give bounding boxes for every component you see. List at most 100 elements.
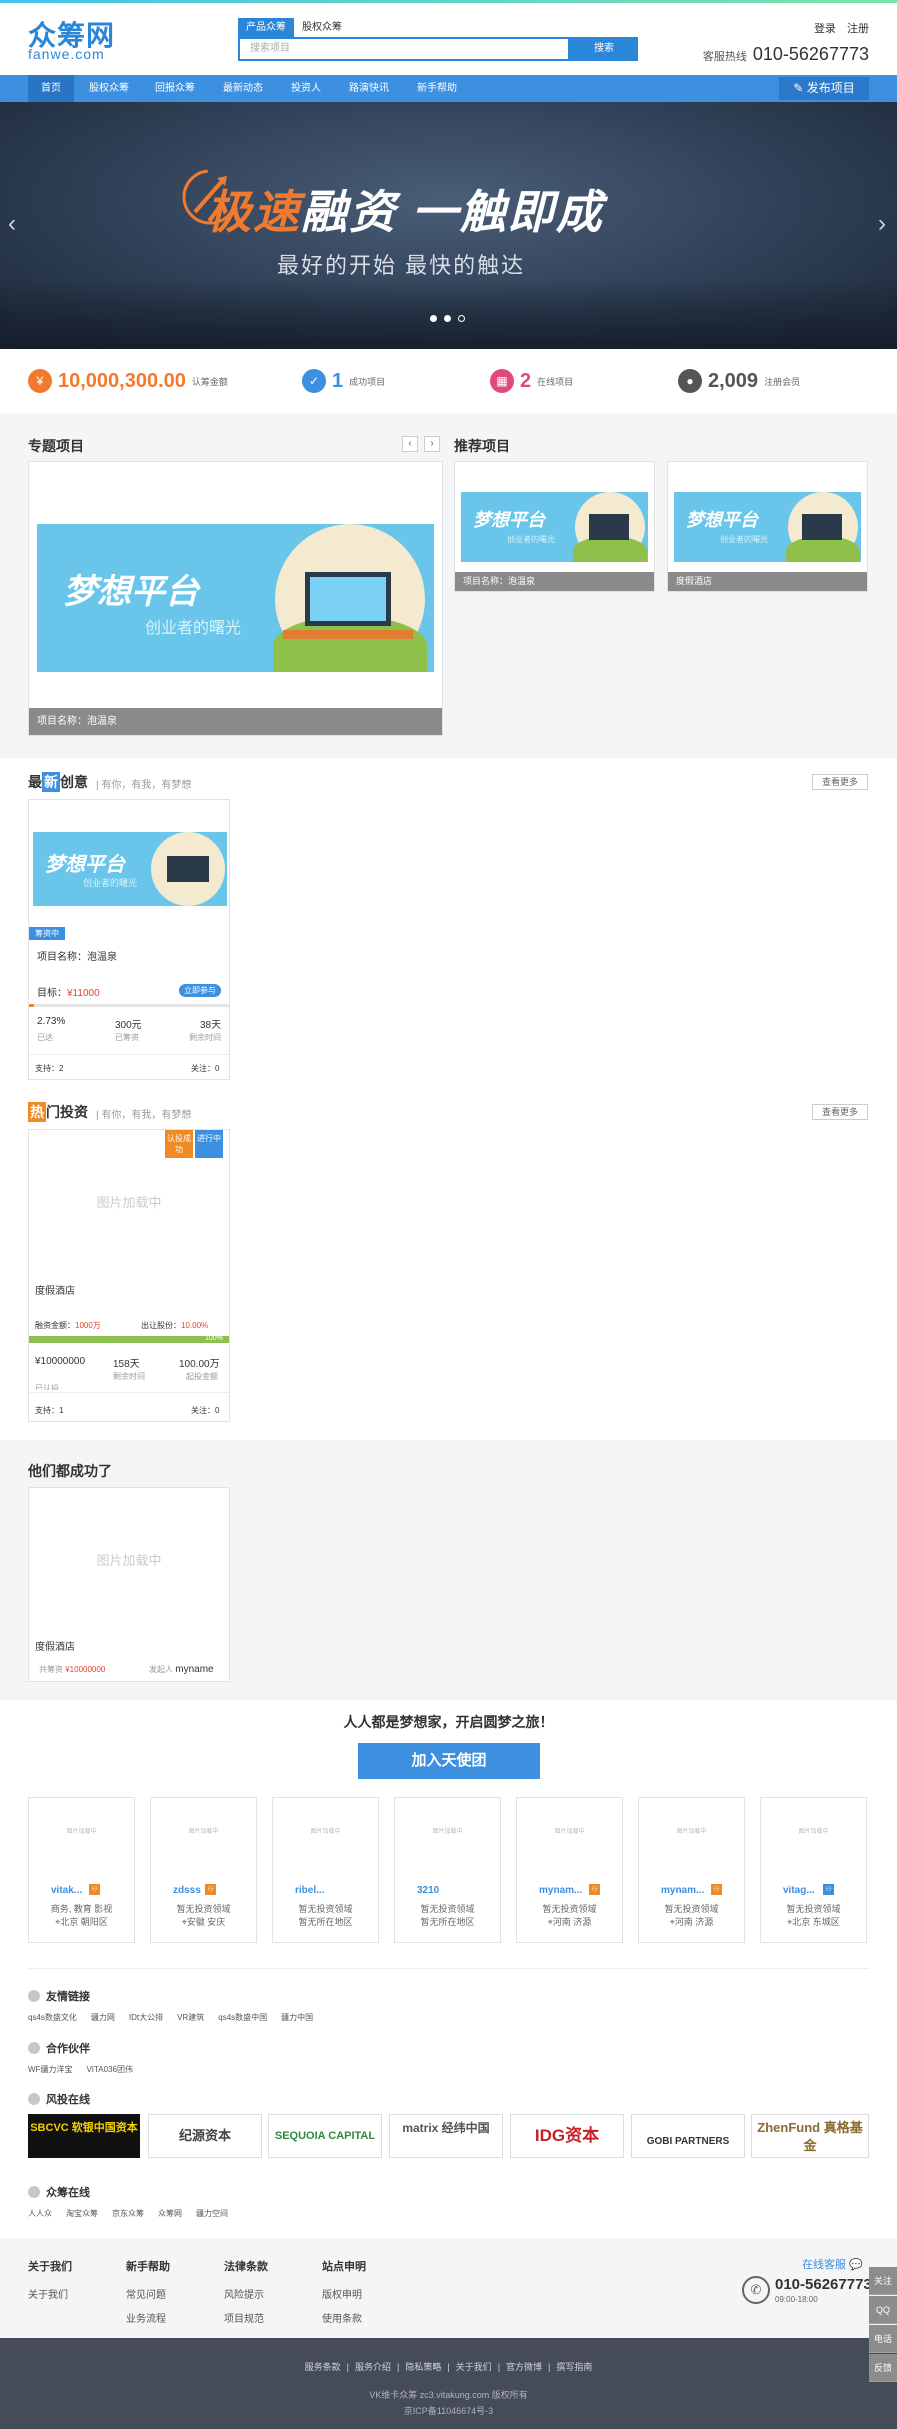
- hot-card[interactable]: 认投成功 进行中 图片加载中 度假酒店 融资金额：1000万 出让股份：10.0…: [28, 1129, 230, 1422]
- side-follow-button[interactable]: 关注: [869, 2267, 897, 2295]
- banner-dot-2[interactable]: [444, 315, 451, 322]
- help-link[interactable]: 风险提示: [224, 2286, 268, 2301]
- member-name[interactable]: 3210: [417, 1885, 439, 1896]
- topics-next-button[interactable]: ›: [424, 436, 440, 452]
- member-card-1[interactable]: 图片加载中 vitak... ⚇ 商务, 教育 影视 ⌖北京 朝阳区: [28, 1797, 135, 1943]
- recommend-card-2[interactable]: 梦想平台 创业者的曙光 度假酒店: [667, 461, 868, 592]
- online-service-link[interactable]: 在线客服 💬: [802, 2256, 863, 2272]
- publish-project-button[interactable]: ✎ 发布项目: [779, 77, 869, 100]
- vc-logo-sequoia[interactable]: SEQUOIA CAPITAL: [268, 2114, 382, 2158]
- footer-link[interactable]: 撰写指南: [556, 2362, 592, 2372]
- search-tab-product[interactable]: 产品众筹: [238, 18, 294, 37]
- friend-link[interactable]: 疆力网: [91, 2013, 115, 2022]
- nav-item-reward[interactable]: 回报众筹: [144, 75, 206, 102]
- banner-dot-3[interactable]: [458, 315, 465, 322]
- side-qq-button[interactable]: QQ: [869, 2296, 897, 2324]
- member-name[interactable]: vitag...: [783, 1885, 815, 1896]
- member-card-5[interactable]: 图片加载中 mynam... ⚇ 暂无投资领域 ⌖河南 济源: [516, 1797, 623, 1943]
- online-link[interactable]: 疆力空间: [196, 2209, 228, 2218]
- help-link[interactable]: 版权申明: [322, 2286, 366, 2301]
- footer-link[interactable]: 官方微博: [506, 2362, 542, 2372]
- success-icon: ✓: [302, 369, 326, 393]
- member-name[interactable]: mynam...: [539, 1885, 582, 1896]
- footer-link[interactable]: 服务条款: [305, 2362, 341, 2372]
- money-icon: ¥: [28, 369, 52, 393]
- recommend-card-1[interactable]: 梦想平台 创业者的曙光 项目名称：泡温泉: [454, 461, 655, 592]
- member-name[interactable]: zdsss: [173, 1885, 201, 1896]
- vc-logo-sbcvc[interactable]: SBCVC 软银中国资本: [28, 2114, 140, 2158]
- creative-more-button[interactable]: 查看更多: [812, 774, 868, 790]
- vc-logo-idg[interactable]: IDG资本: [510, 2114, 624, 2158]
- login-link[interactable]: 登录: [814, 23, 836, 35]
- nav-item-home[interactable]: 首页: [28, 75, 74, 102]
- partner-link[interactable]: WF疆力洋宝: [28, 2065, 72, 2074]
- footer-link[interactable]: 服务介绍: [355, 2362, 391, 2372]
- nav-item-help[interactable]: 新手帮助: [406, 75, 468, 102]
- hot-raise-label: 融资金额：: [35, 1321, 75, 1330]
- hero-banner: 极速融资 一触即成 最好的开始 最快的触达: [0, 102, 897, 349]
- vc-logo-matrix[interactable]: matrix 经纬中国: [389, 2114, 503, 2158]
- side-phone-button[interactable]: 电话: [869, 2325, 897, 2353]
- member-name[interactable]: mynam...: [661, 1885, 704, 1896]
- member-card-4[interactable]: 图片加载中 3210 暂无投资领域 暂无所在地区: [394, 1797, 501, 1943]
- search-input[interactable]: 搜索项目: [238, 37, 570, 61]
- nav-item-equity[interactable]: 股权众筹: [78, 75, 140, 102]
- join-now-button[interactable]: 立即参与: [179, 984, 221, 997]
- nav-item-news[interactable]: 最新动态: [210, 75, 276, 102]
- footer-link[interactable]: 隐私策略: [405, 2362, 441, 2372]
- side-feedback-button[interactable]: 反馈: [869, 2354, 897, 2382]
- success-card[interactable]: 图片加载中 度假酒店 共筹资 ¥10000000 发起人 myname: [28, 1487, 230, 1682]
- nav-item-investors[interactable]: 投资人: [280, 75, 332, 102]
- topics-prev-button[interactable]: ‹: [402, 436, 418, 452]
- topic-card[interactable]: 梦想平台 创业者的曙光 项目名称：泡温泉: [28, 461, 443, 736]
- online-link[interactable]: 京东众筹: [112, 2209, 144, 2218]
- help-link[interactable]: 使用条款: [322, 2310, 366, 2325]
- search-button[interactable]: 搜索: [570, 37, 638, 61]
- creative-card[interactable]: 梦想平台 创业者的曙光 筹资中 项目名称：泡温泉 目标：¥11000 立即参与 …: [28, 799, 230, 1080]
- footer-link[interactable]: 关于我们: [456, 2362, 492, 2372]
- chat-icon: 💬: [849, 2259, 863, 2271]
- member-location: 暂无所在地区: [298, 1917, 353, 1927]
- help-link[interactable]: 业务流程: [126, 2310, 170, 2325]
- help-link[interactable]: 关于我们: [28, 2286, 72, 2301]
- online-link[interactable]: 人人众: [28, 2209, 52, 2218]
- status-badge: 筹资中: [29, 927, 65, 940]
- friend-link[interactable]: VR建筑: [177, 2013, 204, 2022]
- vc-logo-jiyuan[interactable]: 纪源资本: [148, 2114, 262, 2158]
- success-amount-value: ¥10000000: [65, 1665, 106, 1674]
- member-name[interactable]: vitak...: [51, 1885, 82, 1896]
- join-angel-button[interactable]: 加入天使团: [358, 1743, 540, 1779]
- creative-support: 支持：2: [35, 1064, 64, 1073]
- recommend-image-1: 梦想平台 创业者的曙光: [461, 492, 648, 562]
- creative-follow: 关注：0: [191, 1064, 220, 1073]
- nav-item-roadshow[interactable]: 路演快讯: [336, 75, 402, 102]
- icp-number[interactable]: 京ICP备11046674号-3: [0, 2404, 897, 2417]
- member-card-7[interactable]: 图片加载中 vitag... ⚇ 暂无投资领域 ⌖北京 东城区: [760, 1797, 867, 1943]
- help-link[interactable]: 项目规范: [224, 2310, 268, 2325]
- stat-raised-value: 10,000,300.00: [58, 369, 186, 392]
- monitor-icon: [802, 514, 842, 540]
- member-field: 暂无投资领域: [298, 1904, 353, 1914]
- member-location: ⌖河南 济源: [517, 1915, 622, 1928]
- online-link[interactable]: 众筹网: [158, 2209, 182, 2218]
- help-link[interactable]: 常见问题: [126, 2286, 170, 2301]
- friend-link[interactable]: IDt大公排: [129, 2013, 163, 2022]
- banner-dot-1[interactable]: [430, 315, 437, 322]
- friend-link[interactable]: 疆力中国: [281, 2013, 313, 2022]
- partner-link[interactable]: VITA036团伟: [86, 2065, 133, 2074]
- online-link[interactable]: 淘宝众筹: [66, 2209, 98, 2218]
- friend-link[interactable]: qs4s数盛中国: [218, 2013, 267, 2022]
- member-card-3[interactable]: 图片加载中 ribel... 暂无投资领域 暂无所在地区: [272, 1797, 379, 1943]
- banner-next-arrow[interactable]: ›: [878, 210, 886, 238]
- member-card-2[interactable]: 图片加载中 zdsss ⚇ 暂无投资领域 ⌖安徽 安庆: [150, 1797, 257, 1943]
- vc-logo-gobi[interactable]: GOBI PARTNERS: [631, 2114, 745, 2158]
- image-subtitle: 创业者的曙光: [507, 535, 555, 544]
- member-name[interactable]: ribel...: [295, 1885, 324, 1896]
- banner-prev-arrow[interactable]: ‹: [8, 210, 16, 238]
- register-link[interactable]: 注册: [847, 23, 869, 35]
- search-tab-equity[interactable]: 股权众筹: [294, 18, 350, 37]
- member-card-6[interactable]: 图片加载中 mynam... ⚇ 暂无投资领域 ⌖河南 济源: [638, 1797, 745, 1943]
- friend-link[interactable]: qs4s数盛文化: [28, 2013, 77, 2022]
- vc-logo-zhenfund[interactable]: ZhenFund 真格基金: [751, 2114, 869, 2158]
- hot-more-button[interactable]: 查看更多: [812, 1104, 868, 1120]
